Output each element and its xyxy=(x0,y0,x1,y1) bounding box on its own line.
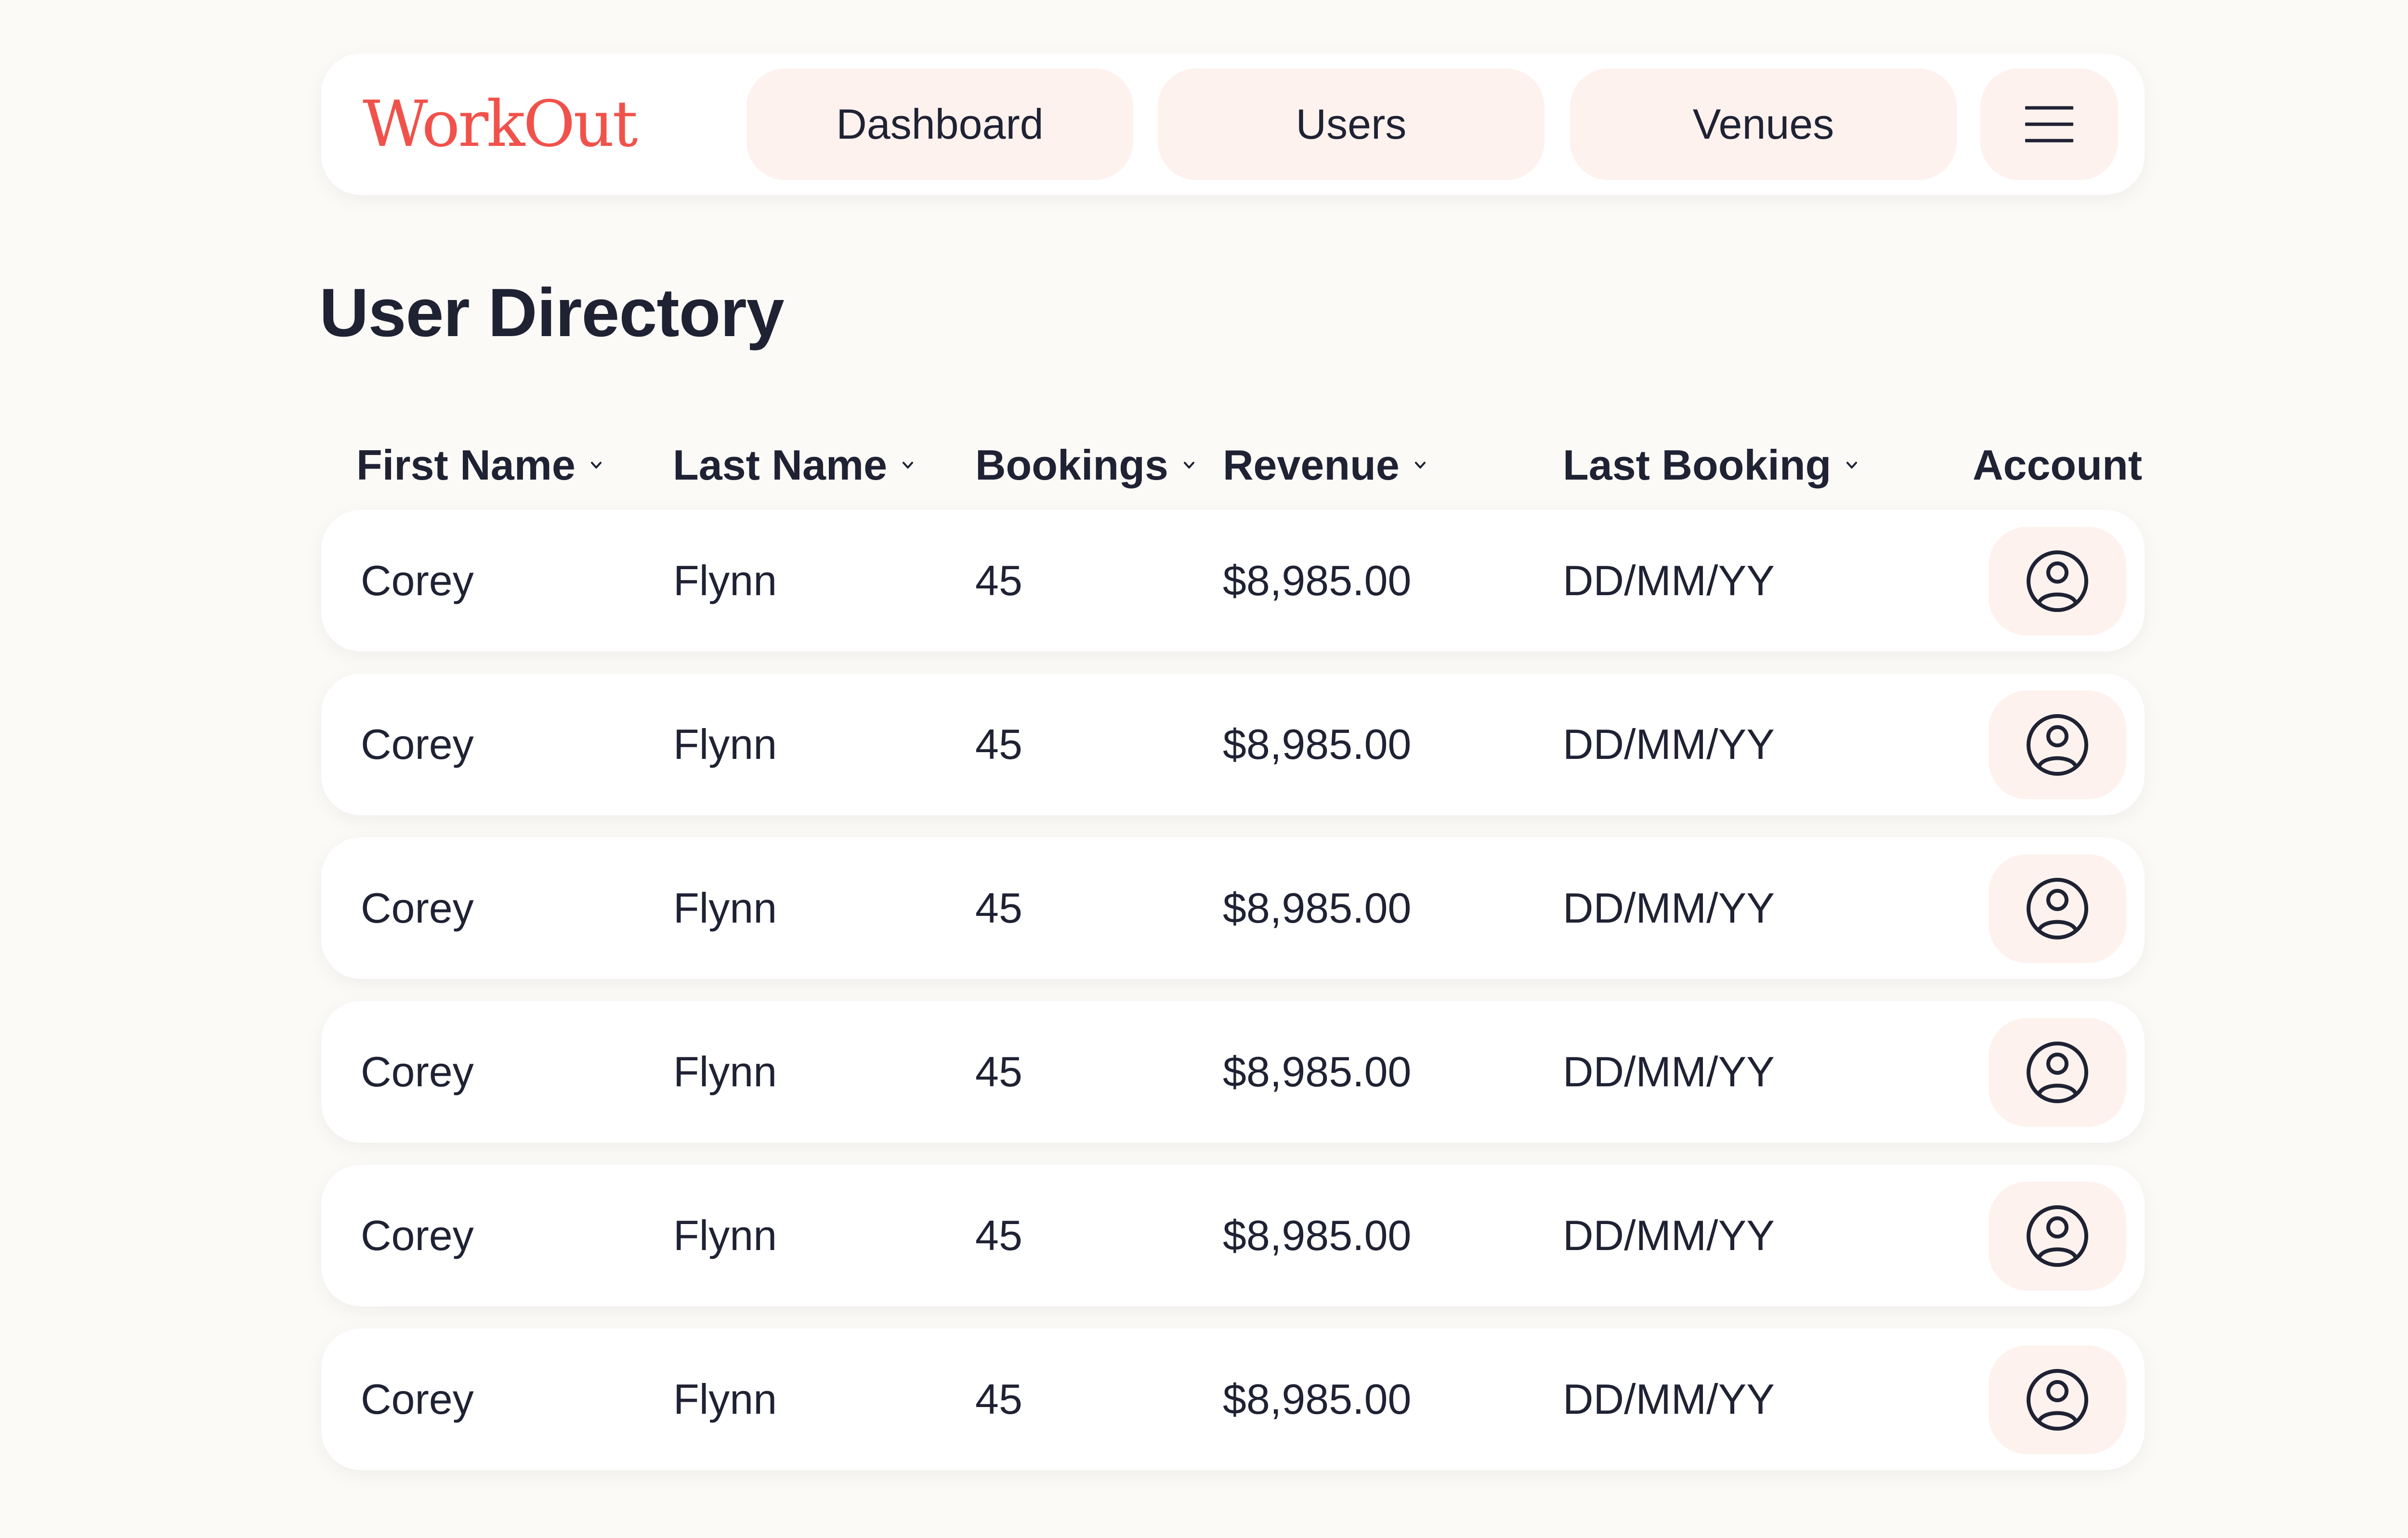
column-header-revenue[interactable]: Revenue xyxy=(1223,438,1426,492)
column-header-label: Last Booking xyxy=(1563,441,1832,489)
account-button[interactable] xyxy=(1989,1018,2126,1127)
cell-revenue: $8,985.00 xyxy=(1223,1212,1412,1259)
cell-bookings: 45 xyxy=(975,557,1022,604)
cell-first-name: Corey xyxy=(361,1048,474,1095)
cell-last-name: Flynn xyxy=(673,720,777,768)
cell-last-name: Flynn xyxy=(673,1048,777,1095)
cell-bookings: 45 xyxy=(975,1048,1022,1095)
account-button[interactable] xyxy=(1989,1182,2126,1290)
cell-bookings: 45 xyxy=(975,884,1022,932)
nav-venues-button[interactable]: Venues xyxy=(1570,68,1957,180)
table-row[interactable]: Corey Flynn 45 $8,985.00 DD/MM/YY xyxy=(321,837,2145,979)
cell-first-name: Corey xyxy=(361,1212,474,1259)
column-header-label: Bookings xyxy=(975,441,1168,489)
cell-revenue: $8,985.00 xyxy=(1223,1375,1412,1423)
cell-last-booking: DD/MM/YY xyxy=(1563,1048,1775,1095)
cell-last-booking: DD/MM/YY xyxy=(1563,557,1775,604)
account-button[interactable] xyxy=(1989,1345,2126,1454)
account-button[interactable] xyxy=(1989,691,2126,799)
cell-revenue: $8,985.00 xyxy=(1223,557,1412,604)
user-account-icon xyxy=(2027,878,2088,939)
user-account-icon xyxy=(2027,714,2088,776)
column-header-last-booking[interactable]: Last Booking xyxy=(1563,438,1858,492)
cell-first-name: Corey xyxy=(361,1375,474,1423)
cell-bookings: 45 xyxy=(975,720,1022,768)
chevron-down-icon xyxy=(1414,462,1426,469)
cell-revenue: $8,985.00 xyxy=(1223,1048,1412,1095)
column-header-label: Last Name xyxy=(673,441,888,489)
menu-button[interactable] xyxy=(1980,68,2118,180)
cell-first-name: Corey xyxy=(361,884,474,932)
user-account-icon xyxy=(2027,550,2088,612)
workout-logo[interactable]: WorkOut xyxy=(363,53,638,195)
account-button[interactable] xyxy=(1989,854,2126,963)
table-row[interactable]: Corey Flynn 45 $8,985.00 DD/MM/YY xyxy=(321,1001,2145,1143)
chevron-down-icon xyxy=(903,462,914,469)
top-navigation-bar: WorkOut Dashboard Users Venues xyxy=(321,53,2145,195)
hamburger-menu-icon xyxy=(2025,106,2073,143)
cell-last-booking: DD/MM/YY xyxy=(1563,884,1775,932)
column-header-label: Account xyxy=(1973,441,2142,489)
table-row[interactable]: Corey Flynn 45 $8,985.00 DD/MM/YY xyxy=(321,674,2145,815)
cell-first-name: Corey xyxy=(361,557,474,604)
cell-last-name: Flynn xyxy=(673,884,777,932)
user-account-icon xyxy=(2027,1205,2088,1267)
user-account-icon xyxy=(2027,1369,2088,1431)
column-header-first-name[interactable]: First Name xyxy=(356,438,602,492)
chevron-down-icon xyxy=(1183,462,1194,469)
column-header-bookings[interactable]: Bookings xyxy=(975,438,1195,492)
nav-dashboard-button[interactable]: Dashboard xyxy=(746,68,1133,180)
column-header-account: Account xyxy=(1973,438,2142,492)
page-title: User Directory xyxy=(319,274,785,351)
table-row[interactable]: Corey Flynn 45 $8,985.00 DD/MM/YY xyxy=(321,510,2145,652)
cell-bookings: 45 xyxy=(975,1375,1022,1423)
user-account-icon xyxy=(2027,1042,2088,1103)
column-header-label: First Name xyxy=(356,441,576,489)
chevron-down-icon xyxy=(590,462,602,469)
account-button[interactable] xyxy=(1989,527,2126,636)
cell-last-booking: DD/MM/YY xyxy=(1563,1212,1775,1259)
cell-last-name: Flynn xyxy=(673,1375,777,1423)
chevron-down-icon xyxy=(1846,462,1858,469)
cell-first-name: Corey xyxy=(361,720,474,768)
nav-users-button[interactable]: Users xyxy=(1158,68,1544,180)
table-row[interactable]: Corey Flynn 45 $8,985.00 DD/MM/YY xyxy=(321,1165,2145,1306)
cell-last-booking: DD/MM/YY xyxy=(1563,720,1775,768)
cell-revenue: $8,985.00 xyxy=(1223,884,1412,932)
column-header-label: Revenue xyxy=(1223,441,1400,489)
table-row[interactable]: Corey Flynn 45 $8,985.00 DD/MM/YY xyxy=(321,1329,2145,1470)
cell-revenue: $8,985.00 xyxy=(1223,720,1412,768)
cell-last-name: Flynn xyxy=(673,1212,777,1259)
cell-bookings: 45 xyxy=(975,1212,1022,1259)
cell-last-booking: DD/MM/YY xyxy=(1563,1375,1775,1423)
cell-last-name: Flynn xyxy=(673,557,777,604)
column-header-last-name[interactable]: Last Name xyxy=(673,438,914,492)
